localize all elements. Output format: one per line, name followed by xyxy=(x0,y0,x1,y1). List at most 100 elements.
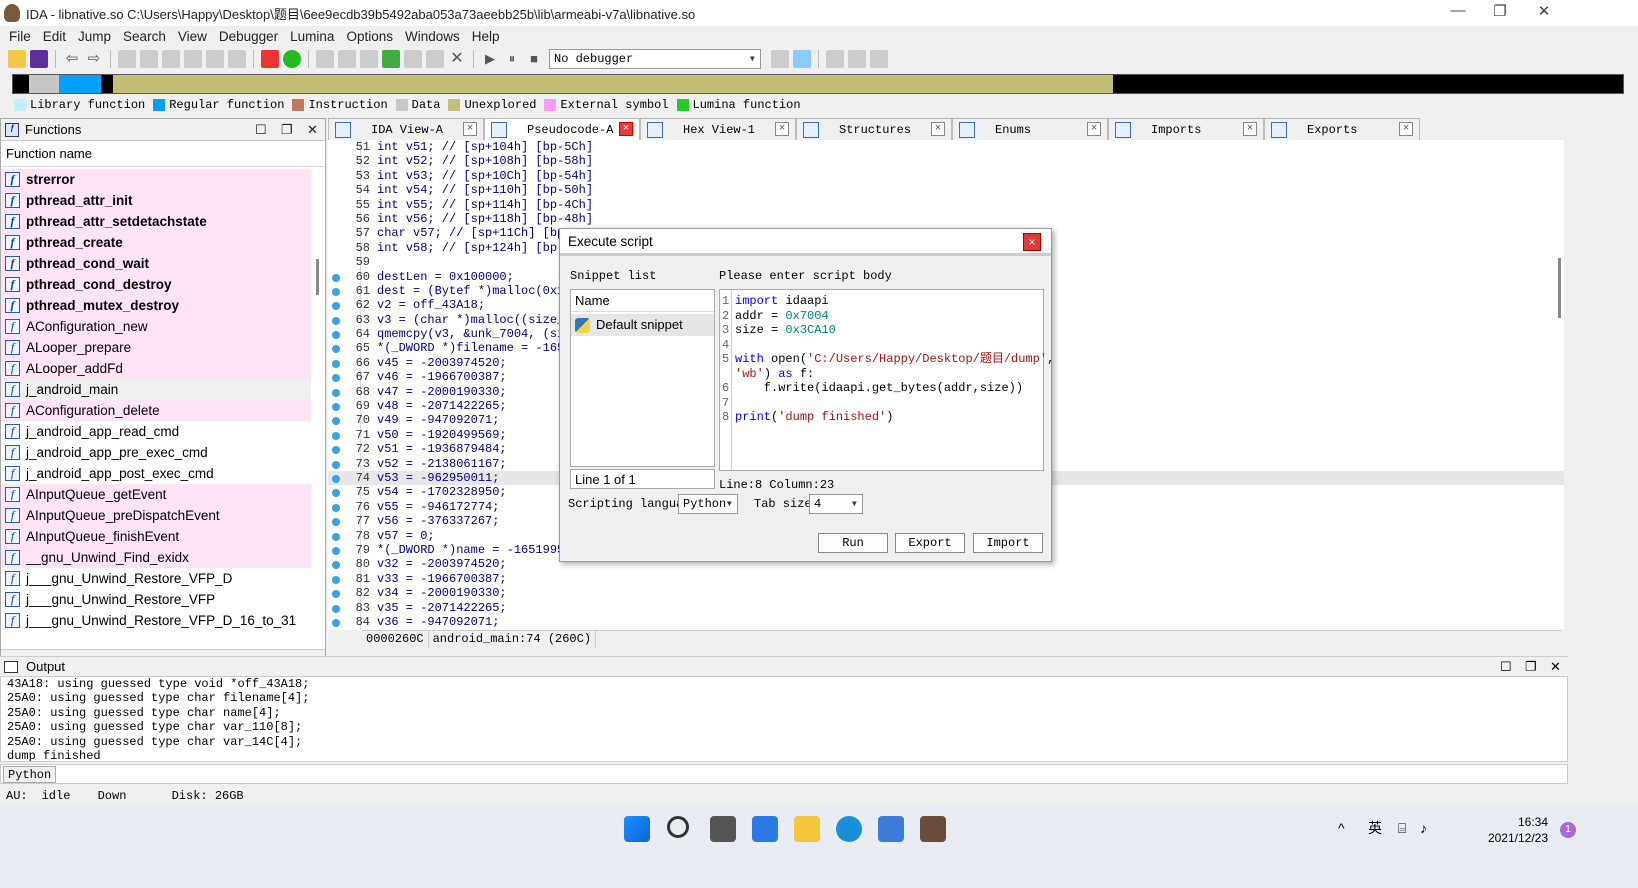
export-button[interactable]: Export xyxy=(895,533,965,553)
function-row[interactable]: f AConfiguration_new xyxy=(1,316,311,337)
tool-icon[interactable] xyxy=(228,50,246,68)
tab-close-icon[interactable]: × xyxy=(619,122,633,136)
menu-search[interactable]: Search xyxy=(123,29,166,44)
tool-icon[interactable] xyxy=(338,50,356,68)
menu-debugger[interactable]: Debugger xyxy=(219,29,278,44)
menu-edit[interactable]: Edit xyxy=(43,29,66,44)
cli-language-button[interactable]: Python xyxy=(3,766,57,783)
function-row[interactable]: f ALooper_addFd xyxy=(1,358,311,379)
open-icon[interactable] xyxy=(8,50,26,68)
debugger-select[interactable]: No debugger xyxy=(549,49,761,69)
widgets-icon[interactable] xyxy=(752,816,778,842)
import-button[interactable]: Import xyxy=(973,533,1043,553)
function-row[interactable]: f pthread_create xyxy=(1,232,311,253)
function-row[interactable]: f AInputQueue_finishEvent xyxy=(1,526,311,547)
ime-indicator[interactable]: 英 xyxy=(1368,820,1382,836)
tab-structures[interactable]: Structures × xyxy=(796,118,952,140)
function-row[interactable]: f j_android_app_pre_exec_cmd xyxy=(1,442,311,463)
scrollbar[interactable] xyxy=(1558,258,1561,318)
function-row[interactable]: f j___gnu_Unwind_Restore_VFP_D_16_to_31 xyxy=(1,610,311,631)
function-row[interactable]: f pthread_mutex_destroy xyxy=(1,295,311,316)
tool-icon[interactable] xyxy=(316,50,334,68)
search-icon[interactable] xyxy=(667,816,689,838)
language-select[interactable]: Python xyxy=(678,494,738,514)
minimize-button[interactable]: — xyxy=(1438,2,1478,24)
notification-badge[interactable]: 1 xyxy=(1560,822,1576,838)
tab-close-icon[interactable]: × xyxy=(463,122,477,136)
maximize-button[interactable]: ❐ xyxy=(1480,2,1520,24)
ida-taskbar-icon[interactable] xyxy=(920,816,946,842)
snippet-column-header[interactable]: Name xyxy=(571,290,714,312)
file-explorer-icon[interactable] xyxy=(794,816,820,842)
script-editor[interactable]: 1 import idaapi 2 addr = 0x7004 3 size = 0x3C… xyxy=(719,289,1054,471)
code-line[interactable]: 83 v35 = -2071422265; xyxy=(328,601,1564,615)
function-row[interactable]: f pthread_attr_setdetachstate xyxy=(1,211,311,232)
function-row[interactable]: f pthread_cond_destroy xyxy=(1,274,311,295)
add-icon[interactable] xyxy=(382,50,400,68)
tab-ida-view-a[interactable]: IDA View-A × xyxy=(328,118,484,140)
tab-pseudocode-a[interactable]: Pseudocode-A × xyxy=(484,118,640,140)
float-panel-icon[interactable]: ❐ xyxy=(281,122,293,138)
clock-time[interactable]: 16:34 xyxy=(1458,814,1548,830)
restore-panel-icon[interactable]: ☐ xyxy=(255,122,267,138)
code-line[interactable]: 51 int v51; // [sp+104h] [bp-5Ch] xyxy=(328,140,1564,154)
snippet-item[interactable]: Default snippet xyxy=(571,314,714,336)
function-row[interactable]: f strerror xyxy=(1,169,311,190)
float-panel-icon[interactable]: ❐ xyxy=(1525,659,1537,675)
function-row[interactable]: f j___gnu_Unwind_Restore_VFP_D xyxy=(1,568,311,589)
function-row[interactable]: f pthread_cond_wait xyxy=(1,253,311,274)
tab-size-select[interactable]: 4 xyxy=(809,494,863,514)
tab-exports[interactable]: Exports × xyxy=(1264,118,1420,140)
code-line[interactable]: 54 int v54; // [sp+110h] [bp-50h] xyxy=(328,183,1564,197)
restore-panel-icon[interactable]: ☐ xyxy=(1500,659,1512,675)
function-row[interactable]: f j_android_app_read_cmd xyxy=(1,421,311,442)
tab-close-icon[interactable]: × xyxy=(1243,122,1257,136)
volume-icon[interactable]: ♪ xyxy=(1420,820,1427,836)
menu-windows[interactable]: Windows xyxy=(405,29,460,44)
navigation-band[interactable] xyxy=(12,74,1624,94)
tool-icon[interactable] xyxy=(162,50,180,68)
function-row[interactable]: f ALooper_prepare xyxy=(1,337,311,358)
tab-close-icon[interactable]: × xyxy=(775,122,789,136)
menu-lumina[interactable]: Lumina xyxy=(290,29,334,44)
function-row[interactable]: f pthread_attr_init xyxy=(1,190,311,211)
close-panel-icon[interactable]: ✕ xyxy=(1550,659,1561,675)
tool-icon[interactable] xyxy=(118,50,136,68)
output-window[interactable]: 43A18: using guessed type void *off_43A1… xyxy=(0,676,1568,762)
tray-chevron-icon[interactable]: ^ xyxy=(1338,820,1345,836)
green-circle-icon[interactable] xyxy=(283,50,301,68)
store-icon[interactable] xyxy=(878,816,904,842)
run-button[interactable]: Run xyxy=(818,533,888,553)
edge-icon[interactable] xyxy=(836,816,862,842)
menu-view[interactable]: View xyxy=(178,29,207,44)
dialog-close-button[interactable]: × xyxy=(1023,233,1041,251)
back-icon[interactable]: ⇦ xyxy=(63,50,81,68)
command-line[interactable]: Python xyxy=(0,764,1568,784)
tab-close-icon[interactable]: × xyxy=(1087,122,1101,136)
code-line[interactable]: 56 int v56; // [sp+118h] [bp-48h] xyxy=(328,212,1564,226)
tab-enums[interactable]: Enums × xyxy=(952,118,1108,140)
tab-hex-view-1[interactable]: Hex View-1 × xyxy=(640,118,796,140)
function-row[interactable]: f j_android_app_post_exec_cmd xyxy=(1,463,311,484)
pause-icon[interactable]: ⏸ xyxy=(503,50,521,68)
delete-icon[interactable]: ✕ xyxy=(448,50,466,68)
code-line[interactable]: 52 int v52; // [sp+108h] [bp-58h] xyxy=(328,154,1564,168)
function-row[interactable]: f j___gnu_Unwind_Restore_VFP xyxy=(1,589,311,610)
function-row[interactable]: f __gnu_Unwind_Find_exidx xyxy=(1,547,311,568)
forward-icon[interactable]: ⇨ xyxy=(85,50,103,68)
start-icon[interactable] xyxy=(624,816,650,842)
tool-icon[interactable] xyxy=(771,50,789,68)
tool-icon[interactable] xyxy=(360,50,378,68)
save-icon[interactable] xyxy=(30,50,48,68)
tool-icon[interactable] xyxy=(826,50,844,68)
clock-date[interactable]: 2021/12/23 xyxy=(1458,830,1548,846)
function-row[interactable]: f AConfiguration_delete xyxy=(1,400,311,421)
menu-file[interactable]: File xyxy=(9,29,31,44)
function-row[interactable]: f AInputQueue_getEvent xyxy=(1,484,311,505)
stop-icon[interactable]: ■ xyxy=(525,50,543,68)
tab-imports[interactable]: Imports × xyxy=(1108,118,1264,140)
code-line[interactable]: 82 v34 = -2000190330; xyxy=(328,586,1564,600)
code-line[interactable]: 53 int v53; // [sp+10Ch] [bp-54h] xyxy=(328,169,1564,183)
task-view-icon[interactable] xyxy=(710,816,736,842)
tab-close-icon[interactable]: × xyxy=(1399,122,1413,136)
